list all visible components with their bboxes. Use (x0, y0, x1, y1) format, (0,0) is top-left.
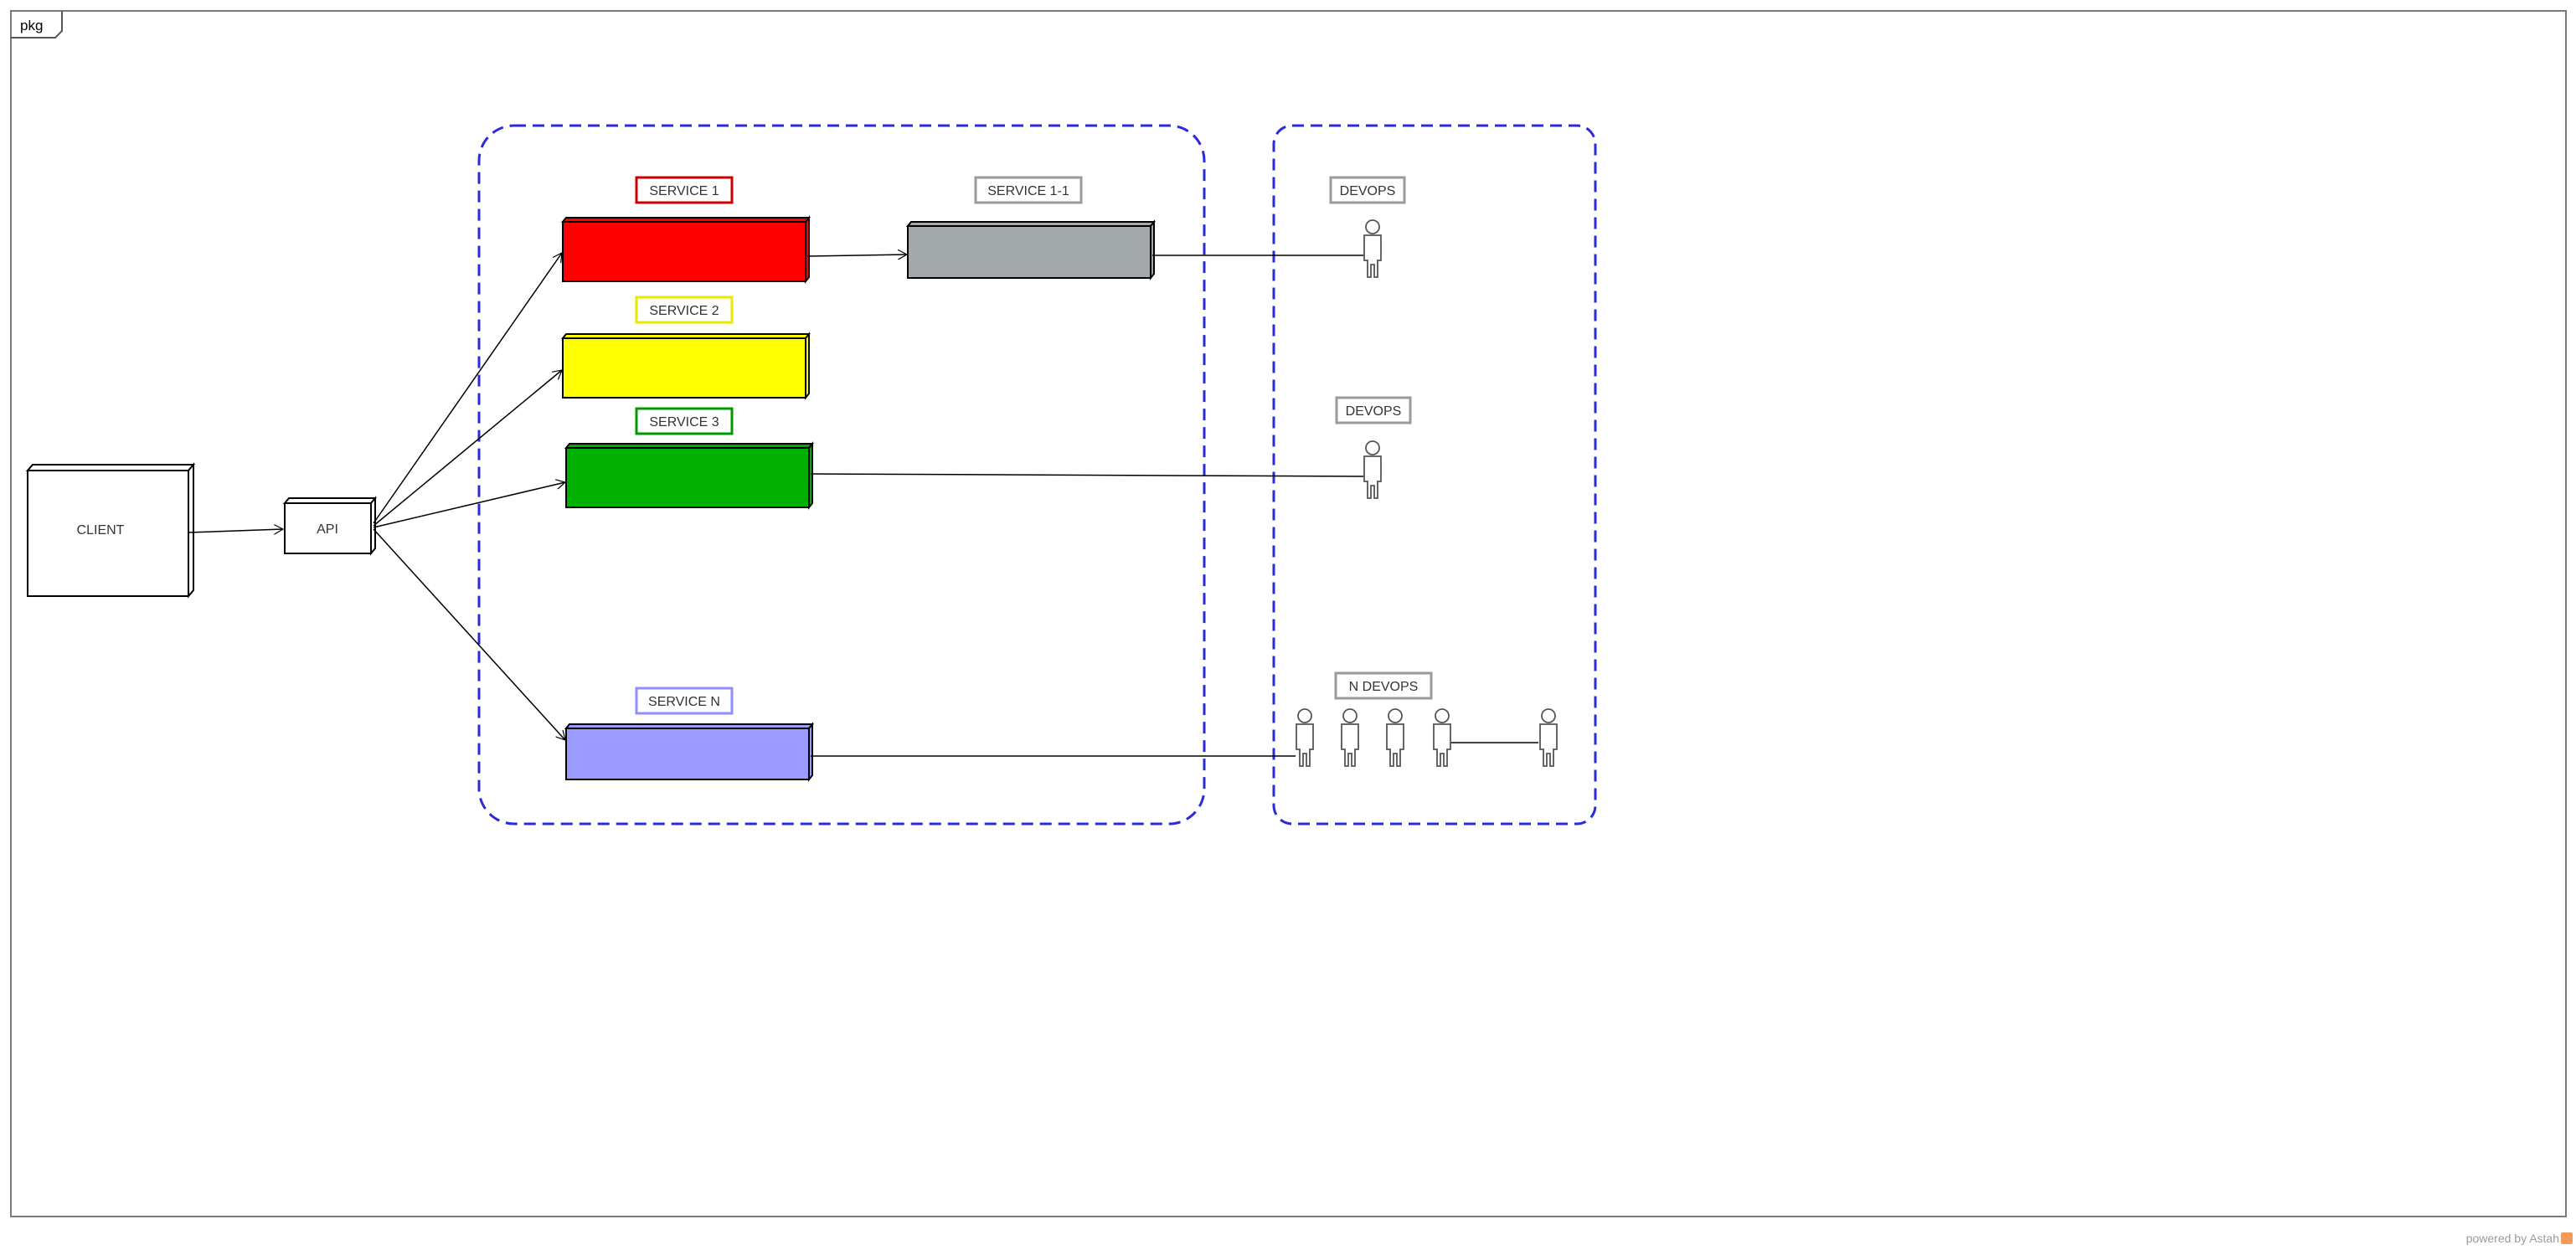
n-devops-actor-4-icon[interactable] (1433, 708, 1451, 767)
service-3-label-box: SERVICE 3 (635, 407, 734, 435)
client-to-api-arrow (188, 529, 283, 532)
service-3-label: SERVICE 3 (649, 415, 719, 430)
service-1-label-box: SERVICE 1 (635, 176, 734, 204)
api-node[interactable]: API (282, 496, 378, 556)
api-to-service-2-arrow (373, 370, 562, 527)
client-label: CLIENT (77, 523, 125, 538)
service-2-node[interactable] (560, 332, 811, 400)
service-3-node[interactable] (564, 441, 815, 510)
footer-credit: powered by Astah (2466, 1232, 2573, 1245)
service-n-label-box: SERVICE N (635, 687, 734, 715)
service-2-label: SERVICE 2 (649, 304, 719, 318)
devops-1-actor-icon[interactable] (1363, 219, 1382, 278)
service-1-1-node[interactable] (905, 219, 1157, 280)
footer-text: powered by Astah (2465, 1232, 2559, 1245)
service-2-label-box: SERVICE 2 (635, 296, 734, 324)
api-label: API (317, 522, 338, 537)
service-1-label: SERVICE 1 (649, 184, 719, 198)
devops-2-label: DEVOPS (1346, 404, 1402, 419)
n-devops-actor-2-icon[interactable] (1341, 708, 1359, 767)
api-to-service-3-arrow (373, 482, 565, 528)
devops-1-label: DEVOPS (1340, 184, 1396, 198)
devops-1-label-box: DEVOPS (1329, 176, 1406, 204)
n-devops-actor-n-icon[interactable] (1539, 708, 1558, 767)
diagram-canvas: pkg CLIENT API SERVICE 1 SERVICE 2 SERVI… (10, 10, 2567, 1217)
api-to-service-1-arrow (373, 253, 562, 524)
package-label: pkg (20, 18, 43, 33)
n-devops-actor-3-icon[interactable] (1386, 708, 1404, 767)
service-1-1-label: SERVICE 1-1 (987, 184, 1069, 198)
devops-2-label-box: DEVOPS (1335, 396, 1412, 424)
client-node[interactable]: CLIENT (25, 462, 196, 599)
n-devops-label: N DEVOPS (1349, 680, 1419, 694)
n-devops-label-box: N DEVOPS (1334, 671, 1433, 700)
service-1-to-service-1-1-arrow (806, 255, 907, 256)
api-to-service-n-arrow (373, 528, 565, 740)
package-frame (10, 10, 2567, 1217)
service-1-1-label-box: SERVICE 1-1 (974, 176, 1083, 204)
service-n-label: SERVICE N (648, 695, 720, 709)
astah-logo-icon (2561, 1232, 2573, 1244)
n-devops-actor-1-icon[interactable] (1296, 708, 1314, 767)
service-n-node[interactable] (564, 722, 815, 782)
service-3-to-devops-2-line (810, 473, 1364, 477)
service-1-node[interactable] (560, 215, 811, 284)
devops-2-actor-icon[interactable] (1363, 440, 1382, 499)
